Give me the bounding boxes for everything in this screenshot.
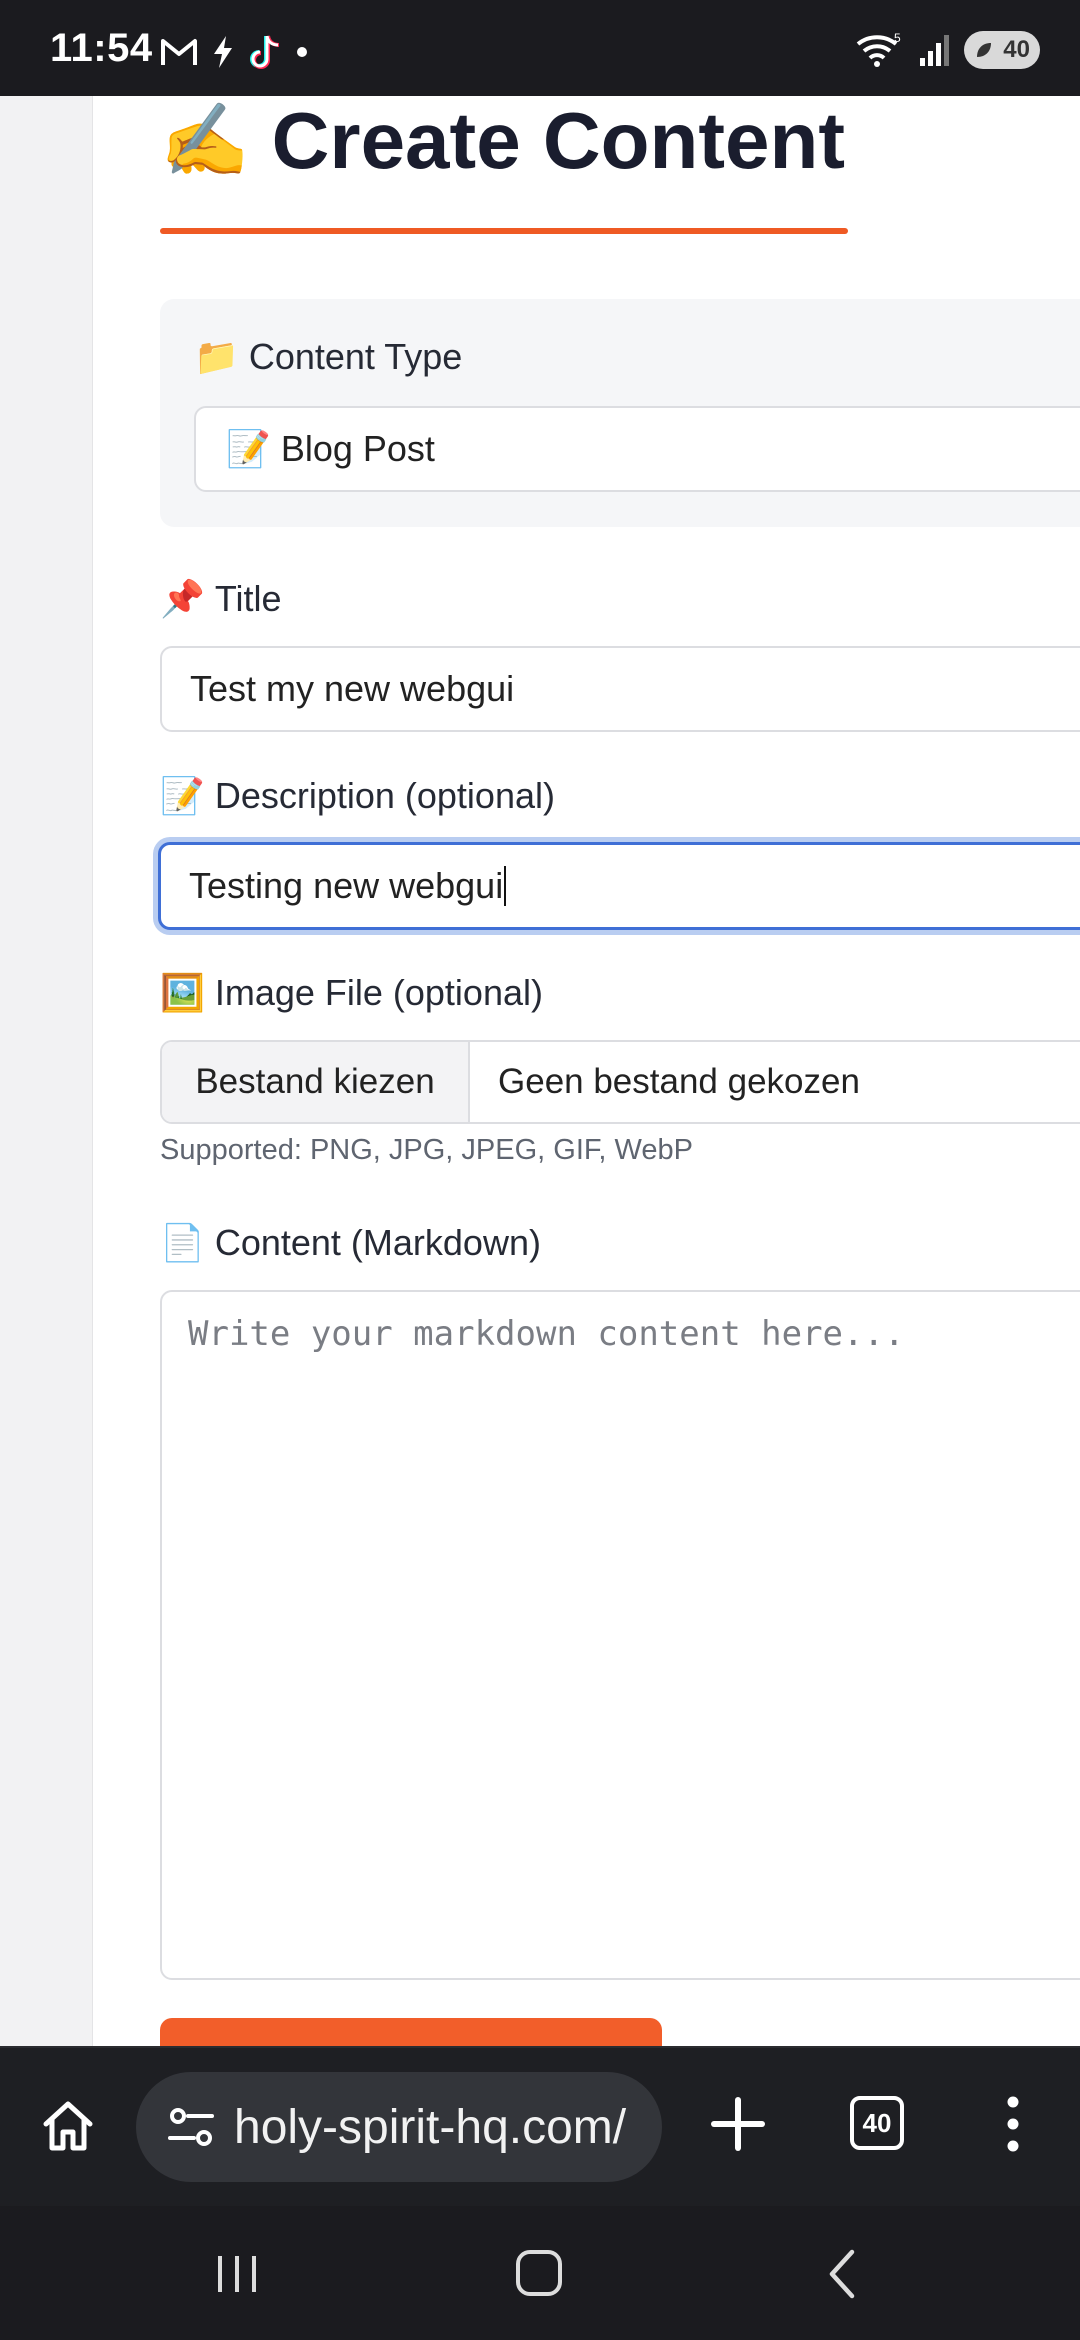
- description-input-value: Testing new webgui: [189, 865, 504, 906]
- markdown-content-textarea[interactable]: Write your markdown content here...: [160, 1290, 1080, 1980]
- system-navigation-bar: [0, 2206, 1080, 2340]
- picture-icon: 🖼️: [160, 972, 205, 1013]
- signal-icon: [920, 35, 949, 66]
- text-caret: [504, 866, 507, 906]
- description-label-text: Description (optional): [214, 775, 555, 816]
- folder-icon: 📁: [194, 336, 239, 377]
- sidebar-edge: [0, 96, 93, 2046]
- status-time: 11:54: [50, 26, 153, 70]
- page-icon: 📄: [160, 1222, 205, 1263]
- markdown-placeholder: Write your markdown content here...: [188, 1314, 905, 1354]
- battery-level: 40: [1003, 36, 1030, 63]
- web-page[interactable]: ✍️ Create Content 📁 Content Type 📝 Blog …: [0, 96, 1080, 2046]
- dot-icon: [297, 47, 307, 57]
- title-label-text: Title: [214, 578, 282, 619]
- content-type-label: 📁 Content Type: [194, 336, 462, 378]
- image-file-label-text: Image File (optional): [214, 972, 543, 1013]
- url-text: holy-spirit-hq.com/: [234, 2100, 627, 2154]
- description-input[interactable]: Testing new webgui: [158, 842, 1080, 930]
- content-type-label-text: Content Type: [248, 336, 463, 377]
- tab-switcher-button[interactable]: 40: [850, 2096, 904, 2150]
- status-bar: 11:54 5 40: [0, 0, 1080, 96]
- notification-icons: [160, 30, 310, 74]
- supported-formats-hint: Supported: PNG, JPG, JPEG, GIF, WebP: [160, 1134, 693, 1166]
- tiktok-icon: [250, 35, 280, 69]
- svg-text:5: 5: [894, 31, 901, 45]
- gmail-icon: [161, 39, 197, 65]
- choose-file-button[interactable]: Bestand kiezen: [162, 1042, 470, 1122]
- system-icons: 5 40: [854, 28, 1040, 72]
- content-type-select[interactable]: 📝 Blog Post: [194, 406, 1080, 492]
- image-file-label: 🖼️ Image File (optional): [160, 972, 543, 1014]
- wifi-icon: 5: [856, 31, 901, 67]
- pushpin-icon: 📌: [160, 578, 205, 619]
- title-underline: [160, 228, 848, 234]
- recent-apps-icon[interactable]: [202, 2242, 272, 2306]
- image-file-input[interactable]: Bestand kiezen Geen bestand gekozen: [160, 1040, 1080, 1124]
- more-menu-icon[interactable]: [998, 2092, 1028, 2156]
- file-name-display: Geen bestand gekozen: [498, 1062, 860, 1101]
- home-nav-icon[interactable]: [504, 2242, 574, 2306]
- page-title-text: Create Content: [271, 96, 846, 185]
- submit-button[interactable]: [160, 2018, 662, 2046]
- content-label-text: Content (Markdown): [214, 1222, 541, 1263]
- home-icon[interactable]: [40, 2098, 96, 2154]
- content-type-selected: 📝 Blog Post: [226, 428, 435, 469]
- battery-icon: 40: [964, 31, 1040, 69]
- bolt-icon: [214, 36, 232, 68]
- memo-icon: 📝: [160, 775, 205, 816]
- battery-saver-icon: [977, 43, 991, 57]
- writing-hand-icon: ✍️: [160, 101, 250, 181]
- new-tab-icon[interactable]: [706, 2092, 770, 2156]
- site-settings-icon[interactable]: [166, 2102, 216, 2152]
- title-label: 📌 Title: [160, 578, 282, 620]
- content-label: 📄 Content (Markdown): [160, 1222, 541, 1264]
- title-input-value: Test my new webgui: [190, 668, 515, 709]
- browser-toolbar: holy-spirit-hq.com/ 40: [0, 2046, 1080, 2208]
- title-input[interactable]: Test my new webgui: [160, 646, 1080, 732]
- page-title: ✍️ Create Content: [160, 96, 845, 186]
- description-label: 📝 Description (optional): [160, 775, 555, 817]
- tab-count: 40: [862, 2107, 892, 2138]
- address-bar[interactable]: holy-spirit-hq.com/: [136, 2072, 662, 2182]
- back-icon[interactable]: [808, 2242, 878, 2306]
